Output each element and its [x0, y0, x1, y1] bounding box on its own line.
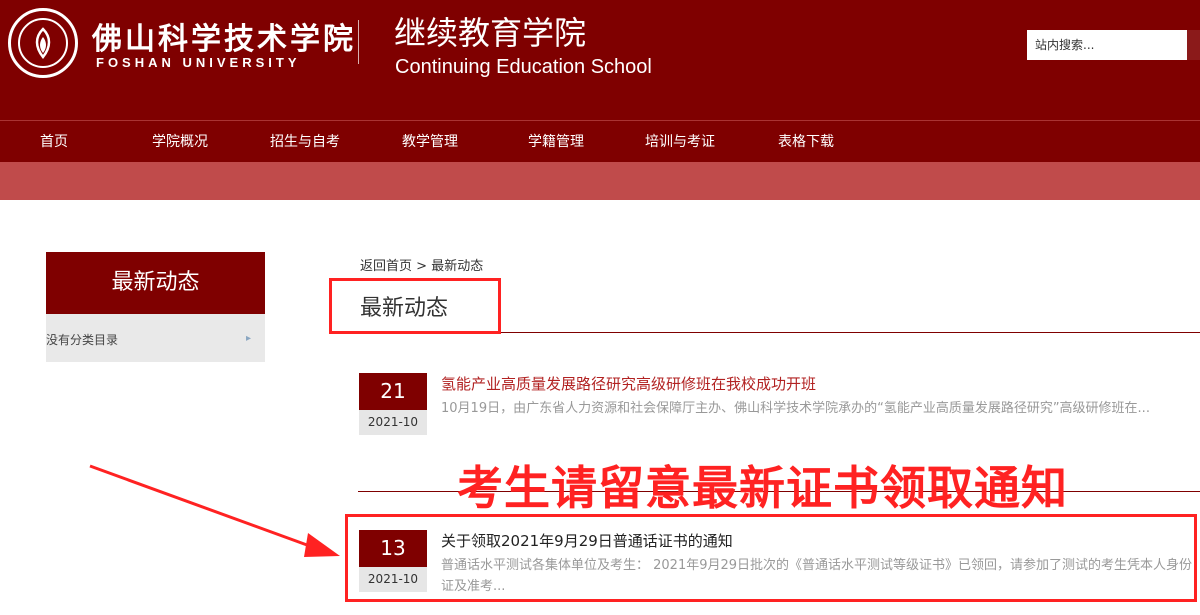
- breadcrumb-home-link[interactable]: 返回首页: [360, 259, 412, 274]
- search-button[interactable]: [1187, 30, 1200, 60]
- search-input[interactable]: [1027, 30, 1187, 60]
- main-nav: 首页 学院概况 招生与自考 教学管理 学籍管理 培训与考证 表格下载: [0, 120, 1200, 162]
- nav-item-teaching[interactable]: 教学管理: [402, 121, 458, 163]
- university-seal-logo[interactable]: [8, 8, 78, 78]
- nav-item-downloads[interactable]: 表格下载: [778, 121, 834, 163]
- sidebar-item-uncategorized[interactable]: 没有分类目录: [46, 314, 265, 362]
- highlight-frame-news: [345, 514, 1197, 602]
- banner-band: [0, 162, 1200, 200]
- university-name-en: FOSHAN UNIVERSITY: [96, 55, 301, 70]
- annotation-callout: 考生请留意最新证书领取通知: [457, 461, 1068, 515]
- search-box: [1027, 30, 1187, 60]
- breadcrumb-separator: >: [416, 259, 428, 274]
- header-divider: [358, 20, 359, 64]
- news-summary: 10月19日，由广东省人力资源和社会保障厅主办、佛山科学技术学院承办的“氢能产业…: [441, 401, 1150, 416]
- news-title-link[interactable]: 氢能产业高质量发展路径研究高级研修班在我校成功开班: [441, 373, 816, 394]
- news-date-day: 21: [359, 373, 427, 410]
- school-name-en: Continuing Education School: [395, 56, 652, 78]
- news-date-year-month: 2021-10: [359, 410, 427, 435]
- breadcrumb: 返回首页 > 最新动态: [360, 255, 483, 274]
- news-date-badge: 21 2021-10: [359, 373, 427, 435]
- university-name-cn: 佛山科学技术学院: [92, 22, 356, 57]
- nav-item-student-records[interactable]: 学籍管理: [528, 121, 584, 163]
- nav-item-about[interactable]: 学院概况: [152, 121, 208, 163]
- chevron-right-icon: ▸: [246, 333, 252, 344]
- sidebar-heading: 最新动态: [46, 252, 265, 314]
- sidebar-item-label: 没有分类目录: [46, 333, 119, 347]
- nav-item-training[interactable]: 培训与考证: [645, 121, 715, 163]
- highlight-frame-title: [329, 278, 501, 334]
- nav-item-admissions[interactable]: 招生与自考: [270, 121, 340, 163]
- site-header: 佛山科学技术学院 FOSHAN UNIVERSITY 继续教育学院 Contin…: [0, 0, 1200, 120]
- breadcrumb-current: 最新动态: [431, 259, 484, 274]
- flame-icon: [35, 27, 51, 60]
- school-name-cn: 继续教育学院: [394, 14, 587, 52]
- nav-item-home[interactable]: 首页: [40, 121, 68, 163]
